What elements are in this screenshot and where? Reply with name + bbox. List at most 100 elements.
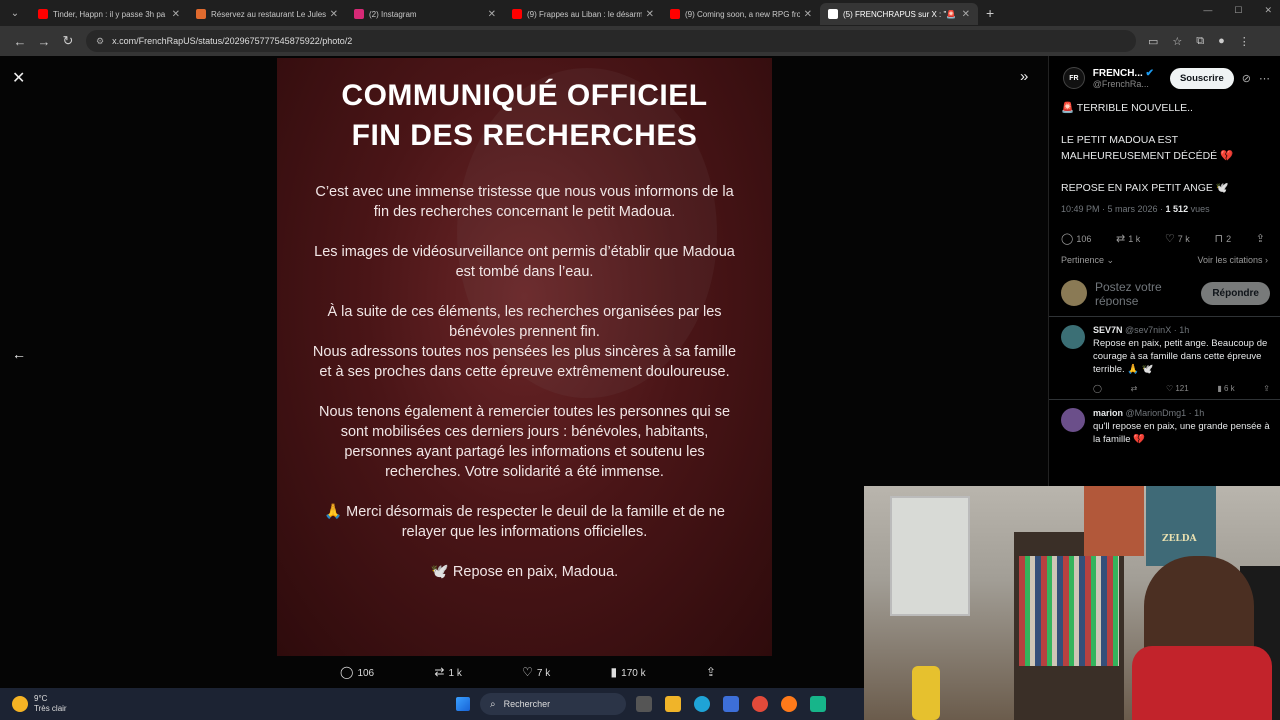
like-button[interactable]: ♡ 121 [1166,384,1189,393]
reply-action-bar: ◯ ⇄ ♡ 121 ▮ 6 k ⇪ [1093,384,1270,393]
reply-button[interactable]: ◯ 106 [1061,232,1091,245]
restaurant-icon [196,9,206,19]
tab-list-icon[interactable]: ⌄ [6,4,24,22]
bookmark-button[interactable]: ⊓ 2 [1214,232,1231,245]
share-icon: ⇪ [1255,233,1265,245]
post-text: 🚨 TERRIBLE NOUVELLE.. LE PETIT MADOUA ES… [1049,92,1280,196]
webcam-books [1019,556,1119,666]
back-icon[interactable]: ← [8,34,32,49]
image-paragraph: 🕊️ Repose en paix, Madoua. [430,564,619,580]
reply-button[interactable]: ◯ 106 [340,665,374,679]
reply-item[interactable]: marion @MarionDmg1 · 1h qu'll repose en … [1049,400,1280,452]
sort-dropdown[interactable]: Pertinence ⌄ [1061,255,1114,266]
like-count: 121 [1175,384,1189,393]
verified-badge-icon: ✔ [1145,67,1154,79]
post-line: REPOSE EN PAIX PETIT ANGE 🕊️ [1061,182,1229,194]
repost-button[interactable]: ⇄ 1 k [1116,232,1140,245]
forward-icon[interactable]: → [32,34,56,49]
reply-avatar[interactable] [1061,325,1085,349]
author-avatar[interactable]: FR [1063,67,1085,89]
share-button[interactable]: ⇪ [706,665,720,679]
minimize-icon[interactable]: — [1203,5,1212,16]
menu-icon[interactable]: ⋮ [1239,35,1250,48]
close-tab-icon[interactable]: ✕ [962,9,970,20]
cast-icon[interactable]: ▭ [1148,35,1158,48]
close-tab-icon[interactable]: ✕ [172,9,180,20]
views-count: 6 k [1223,384,1235,393]
heart-icon: ♡ [522,665,533,679]
post-views-count: 1 512 [1165,204,1189,214]
app-icon[interactable] [810,696,826,712]
reply-text: Repose en paix, petit ange. Beaucoup de … [1093,338,1268,375]
file-explorer-icon[interactable] [665,696,681,712]
reply-icon[interactable]: ◯ [1093,384,1102,393]
grok-icon[interactable]: ⊘ [1242,72,1251,85]
taskbar-search[interactable]: ⌕ Rechercher [480,693,626,715]
bookmark-star-icon[interactable]: ☆ [1172,35,1182,48]
maximize-icon[interactable]: ☐ [1234,5,1242,16]
browser-tab-active[interactable]: (5) FRENCHRAPUS sur X : "🚨 ✕ [820,3,978,25]
repost-count: 1 k [448,668,462,679]
browser-tab[interactable]: Réservez au restaurant Le Jules ✕ [188,3,346,25]
store-icon[interactable] [723,696,739,712]
close-tab-icon[interactable]: ✕ [804,9,812,20]
browser-tab[interactable]: Tinder, Happn : il y passe 3h pa ✕ [30,3,188,25]
reply-submit-button[interactable]: Répondre [1201,281,1270,305]
x-logo-icon [828,9,838,19]
like-button[interactable]: ♡ 7 k [1165,232,1190,245]
tab-title: Tinder, Happn : il y passe 3h pa [53,9,166,19]
browser-tab[interactable]: (9) Frappes au Liban : le désarm ✕ [504,3,662,25]
repost-count: 1 k [1128,234,1141,244]
chrome-icon[interactable] [752,696,768,712]
close-window-icon[interactable]: ✕ [1264,5,1272,16]
new-tab-icon[interactable]: + [986,5,994,21]
task-view-icon[interactable] [636,696,652,712]
close-icon[interactable]: ✕ [12,68,25,88]
weather-widget[interactable]: 9°C Très clair [0,694,67,714]
share-button[interactable]: ⇪ [1256,232,1268,245]
webcam-overlay: ZELDA [864,486,1280,720]
views-button[interactable]: ▮ 6 k [1217,384,1234,393]
like-button[interactable]: ♡ 7 k [522,665,550,679]
views-button[interactable]: ▮ 170 k [611,665,646,679]
heart-icon: ♡ [1164,233,1175,245]
reply-input[interactable]: Postez votre réponse [1095,280,1185,306]
image-paragraph: À la suite de ces éléments, les recherch… [327,304,722,340]
image-title: COMMUNIQUÉ OFFICIEL FIN DES RECHERCHES [277,76,772,156]
webcam-poster [1084,486,1144,556]
browser-tab[interactable]: (9) Coming soon, a new RPG fro ✕ [662,3,820,25]
post-image[interactable]: COMMUNIQUÉ OFFICIEL FIN DES RECHERCHES C… [277,58,772,656]
profile-icon[interactable]: ● [1218,35,1225,48]
post-line: 🚨 TERRIBLE NOUVELLE.. [1061,102,1193,114]
expand-panel-icon[interactable]: » [1020,68,1028,85]
repost-button[interactable]: ⇄ 1 k [434,665,461,679]
previous-photo-icon[interactable]: ← [12,346,26,362]
tab-title: (9) Coming soon, a new RPG fro [685,9,800,19]
address-bar[interactable]: ⚙ x.com/FrenchRapUS/status/2029675777545… [86,30,1136,52]
reload-icon[interactable]: ↻ [56,33,80,49]
subscribe-button[interactable]: Souscrire [1169,67,1234,89]
url-text: x.com/FrenchRapUS/status/202967577754587… [112,36,353,46]
close-tab-icon[interactable]: ✕ [330,9,338,20]
bookmark-icon: ⊓ [1214,233,1224,245]
browser-tab[interactable]: (2) Instagram ✕ [346,3,504,25]
reply-author-name[interactable]: marion [1093,408,1123,418]
reply-avatar[interactable] [1061,408,1085,432]
close-tab-icon[interactable]: ✕ [488,9,496,20]
site-info-icon[interactable]: ⚙ [96,36,104,47]
repost-icon[interactable]: ⇄ [1131,384,1138,393]
like-count: 7 k [1177,234,1190,244]
share-icon[interactable]: ⇪ [1263,384,1270,393]
more-options-icon[interactable]: ⋯ [1259,72,1270,85]
reply-item[interactable]: SEV7N @sev7ninX · 1h Repose en paix, pet… [1049,317,1280,400]
edge-icon[interactable] [694,696,710,712]
view-quotes-link[interactable]: Voir les citations › [1197,255,1268,266]
windows-start-icon[interactable] [456,697,470,711]
post-time[interactable]: 10:49 PM · 5 mars 2026 · [1061,204,1166,214]
author-names[interactable]: FRENCH... ✔ @FrenchRa... [1093,68,1162,89]
close-tab-icon[interactable]: ✕ [646,9,654,20]
image-title-line1: COMMUNIQUÉ OFFICIEL [341,79,708,112]
reply-author-name[interactable]: SEV7N [1093,325,1123,335]
extensions-icon[interactable]: ⧉ [1196,35,1204,48]
firefox-icon[interactable] [781,696,797,712]
